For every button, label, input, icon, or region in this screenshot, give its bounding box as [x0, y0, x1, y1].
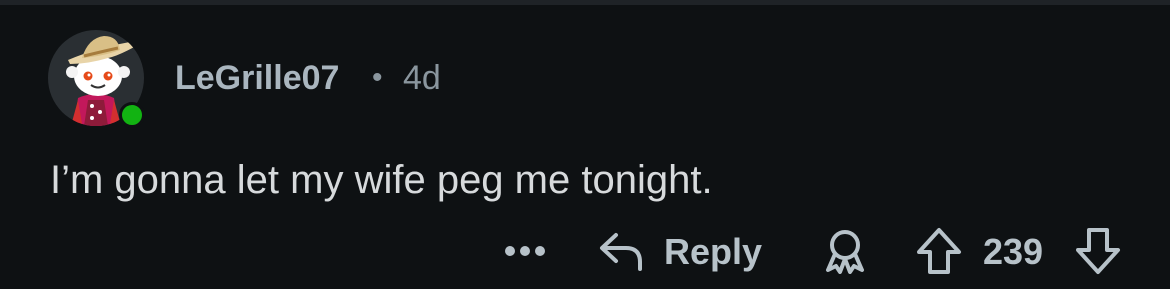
- reply-arrow-icon[interactable]: [598, 229, 644, 273]
- award-icon[interactable]: [822, 228, 868, 274]
- vote-count: 239: [983, 231, 1044, 272]
- upvote-arrow-icon[interactable]: [915, 226, 963, 276]
- downvote-arrow-icon[interactable]: [1074, 226, 1122, 276]
- more-horizontal-icon[interactable]: [504, 240, 546, 262]
- username-link[interactable]: LeGrille07: [175, 58, 339, 98]
- comment-body: I’m gonna let my wife peg me tonight.: [50, 158, 713, 202]
- avatar[interactable]: [48, 30, 145, 128]
- meta-separator: •: [372, 61, 383, 94]
- top-divider: [0, 0, 1170, 5]
- online-status-dot: [119, 102, 145, 128]
- reply-button[interactable]: Reply: [664, 230, 762, 274]
- comment-age[interactable]: 4d: [403, 58, 441, 98]
